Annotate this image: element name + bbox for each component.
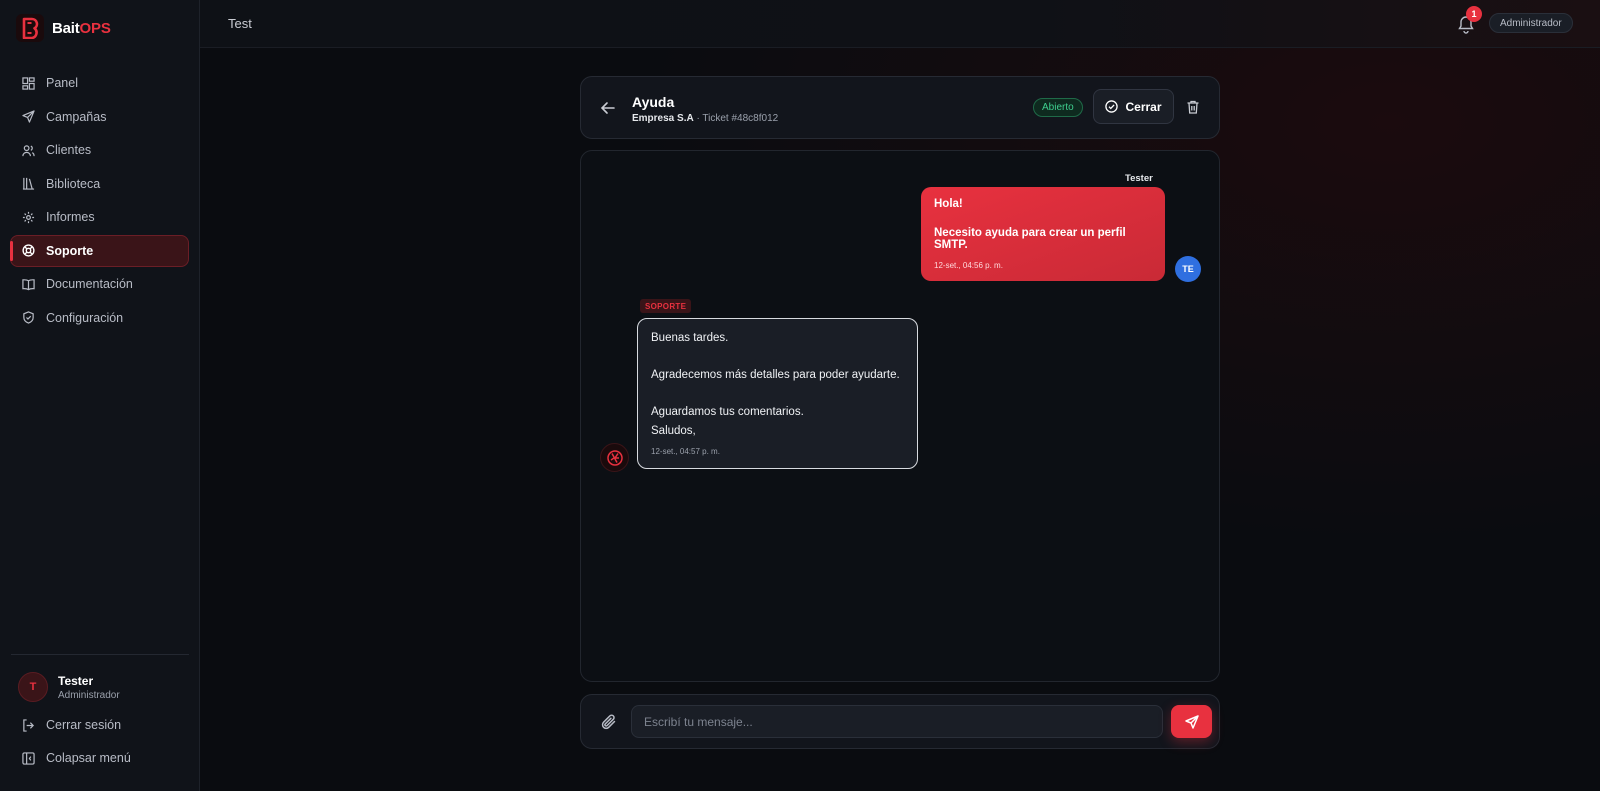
ticket-header: Ayuda Empresa S.A · Ticket #48c8f012 Abi… — [580, 76, 1220, 139]
sidebar-item-label: Informes — [46, 210, 95, 224]
ticket-company: Empresa S.A — [632, 113, 694, 124]
paperclip-icon[interactable] — [599, 712, 619, 732]
incoming-message-bubble: Buenas tardes. Agradecemos más detalles … — [637, 318, 918, 469]
message-line: Hola! — [934, 198, 963, 210]
trash-icon[interactable] — [1185, 99, 1201, 115]
avatar: T — [18, 672, 48, 702]
page-title: Test — [228, 16, 252, 31]
user-role: Administrador — [58, 689, 120, 701]
brand[interactable]: BaitOPS — [16, 14, 111, 42]
message-composer — [580, 694, 1220, 749]
logout-container: Cerrar sesión — [10, 709, 189, 741]
sidebar-divider — [11, 654, 189, 655]
sidebar-item-configuracion[interactable]: Configuración — [10, 302, 189, 334]
book-icon — [22, 278, 35, 290]
ticket-subtitle: Empresa S.A · Ticket #48c8f012 — [632, 113, 778, 124]
sidebar-item-label: Documentación — [46, 277, 133, 291]
avatar: TE — [1175, 256, 1201, 282]
role-badge[interactable]: Administrador — [1489, 13, 1573, 33]
message-line: Agradecemos más detalles para poder ayud… — [651, 369, 900, 381]
sidebar-collapse-icon — [22, 751, 35, 765]
sidebar: BaitOPS Panel Campañas Clientes Bibliote… — [0, 0, 200, 791]
send-button[interactable] — [1171, 705, 1212, 738]
sidebar-item-clientes[interactable]: Clientes — [10, 134, 189, 166]
message-input[interactable] — [631, 705, 1163, 738]
shield-icon — [23, 311, 34, 324]
message-spacer — [651, 385, 904, 403]
logout-button[interactable]: Cerrar sesión — [10, 709, 189, 741]
sidebar-item-label: Configuración — [46, 310, 124, 325]
outgoing-message-bubble: Hola! Necesito ayuda para crear un perfi… — [921, 187, 1165, 281]
message-line: Necesito ayuda para crear un perfil SMTP… — [934, 227, 1126, 251]
send-icon — [1184, 714, 1199, 729]
sidebar-item-campanas[interactable]: Campañas — [10, 101, 189, 133]
check-circle-icon — [1105, 100, 1119, 113]
lifebuoy-icon — [22, 244, 35, 257]
logout-label: Cerrar sesión — [46, 718, 122, 732]
ticket-reference: · Ticket #48c8f012 — [693, 113, 779, 124]
chat-panel[interactable]: Tester Hola! Necesito ayuda para crear u… — [580, 150, 1220, 682]
message-line: Buenas tardes. — [651, 332, 729, 344]
send-icon — [22, 110, 35, 123]
brand-logo-icon — [16, 14, 44, 42]
library-icon — [22, 177, 35, 190]
sidebar-item-biblioteca[interactable]: Biblioteca — [10, 168, 189, 200]
sidebar-item-documentacion[interactable]: Documentación — [10, 268, 189, 300]
sidebar-item-label: Soporte — [46, 243, 94, 258]
close-ticket-button[interactable]: Cerrar — [1093, 89, 1174, 124]
message-spacer — [651, 348, 904, 366]
collapse-menu-button[interactable]: Colapsar menú — [10, 742, 189, 774]
sidebar-item-panel[interactable]: Panel — [10, 67, 189, 99]
sidebar-item-soporte[interactable]: Soporte — [10, 234, 189, 267]
collapse-label: Colapsar menú — [46, 751, 131, 765]
message-line: Aguardamos tus comentarios. — [651, 406, 804, 418]
message-sender: Tester — [1125, 173, 1153, 184]
sidebar-item-label: Campañas — [46, 109, 107, 124]
brand-name: BaitOPS — [52, 19, 111, 37]
close-ticket-label: Cerrar — [1125, 99, 1162, 114]
ticket-title: Ayuda — [632, 94, 675, 110]
sidebar-item-label: Panel — [46, 76, 78, 90]
logout-icon — [23, 718, 34, 732]
gear-icon — [22, 211, 35, 223]
message-spacer — [934, 210, 1152, 227]
users-icon — [22, 144, 35, 156]
top-bar: Test 1 Administrador — [200, 0, 1600, 48]
message-timestamp: 12-set., 04:57 p. m. — [651, 447, 720, 456]
back-arrow-icon[interactable] — [599, 99, 617, 117]
notification-badge: 1 — [1466, 6, 1482, 22]
collapse-container: Colapsar menú — [10, 742, 189, 774]
sidebar-nav: Panel Campañas Clientes Biblioteca Infor… — [10, 67, 189, 335]
user-profile[interactable]: T Tester Administrador — [18, 672, 120, 702]
support-tag: SOPORTE — [640, 299, 692, 313]
sidebar-item-label: Clientes — [46, 143, 92, 157]
message-line: Saludos, — [651, 425, 696, 437]
message-timestamp: 12-set., 04:56 p. m. — [934, 261, 1003, 270]
dashboard-icon — [22, 76, 35, 90]
status-badge: Abierto — [1033, 98, 1083, 117]
user-name: Tester — [58, 673, 94, 688]
support-logo-icon — [600, 443, 629, 472]
sidebar-item-informes[interactable]: Informes — [10, 201, 189, 233]
sidebar-item-label: Biblioteca — [46, 176, 101, 191]
